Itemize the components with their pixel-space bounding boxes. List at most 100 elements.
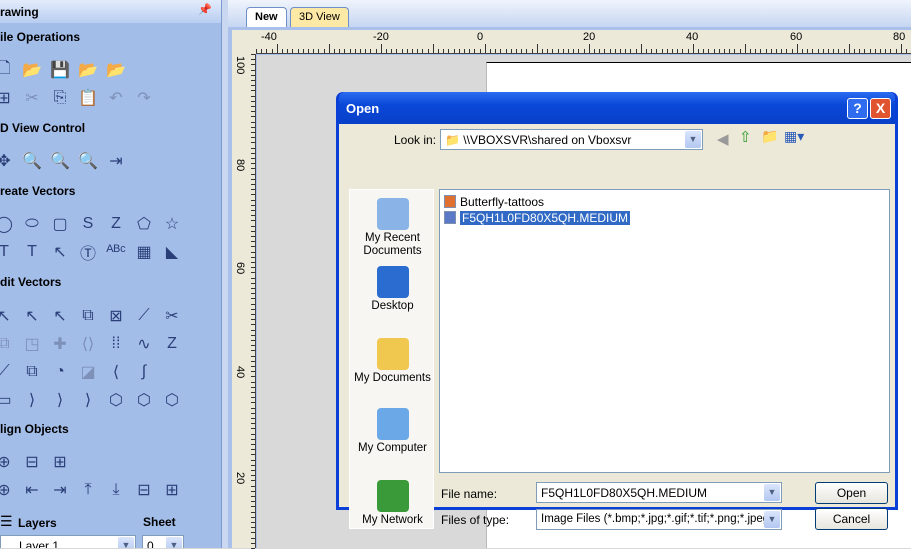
- new-file-icon[interactable]: 🗋: [0, 59, 15, 81]
- chevron-down-icon[interactable]: ▼: [166, 537, 182, 548]
- open-button[interactable]: Open: [815, 482, 888, 504]
- align-left-icon[interactable]: ⇤: [21, 479, 43, 501]
- align-top-icon[interactable]: ⤒: [77, 479, 99, 501]
- zoom-icon[interactable]: 🔍: [21, 150, 43, 172]
- view-menu-icon[interactable]: ▦▾: [784, 128, 804, 145]
- offset-icon[interactable]: ⧉: [0, 333, 15, 355]
- file-list[interactable]: Butterfly-tattoos F5QH1L0FD80X5QH.MEDIUM: [439, 189, 890, 473]
- weld-icon[interactable]: ✚: [49, 333, 71, 355]
- up-folder-icon[interactable]: ⇧: [739, 128, 752, 146]
- polygon-icon[interactable]: ⬠: [133, 213, 155, 235]
- chevron-down-icon[interactable]: ▼: [685, 131, 701, 148]
- ruler-tick: [635, 49, 637, 53]
- file-type-select[interactable]: Image Files (*.bmp;*.jpg;*.gif;*.tif;*.p…: [536, 509, 782, 530]
- copy-icon[interactable]: ⎘: [49, 87, 71, 109]
- layer-select[interactable]: Layer 1 ▼: [0, 535, 136, 548]
- help-button[interactable]: ?: [847, 98, 868, 119]
- ruler-tick: [251, 168, 255, 170]
- bitmap-trace-icon[interactable]: ◣: [161, 241, 183, 263]
- align-v-center-icon[interactable]: ⊞: [161, 479, 183, 501]
- star-icon[interactable]: ☆: [161, 213, 183, 235]
- align-bottom-icon[interactable]: ⤓: [105, 479, 127, 501]
- pan-icon[interactable]: ✥: [0, 150, 15, 172]
- zoom-box-icon[interactable]: 🔍: [77, 150, 99, 172]
- look-in-select[interactable]: 📁 \\VBOXSVR\shared on Vboxsvr ▼: [440, 129, 703, 150]
- trim-icon[interactable]: ⟋: [0, 361, 15, 383]
- chevron-down-icon[interactable]: ▼: [764, 484, 780, 501]
- text-select-icon[interactable]: ↖: [49, 241, 71, 263]
- close-vector-icon[interactable]: ⬡: [105, 389, 127, 411]
- transform-icon[interactable]: ↖: [49, 305, 71, 327]
- spline-icon[interactable]: S: [77, 213, 99, 235]
- import-icon[interactable]: 📂: [105, 59, 127, 81]
- select-all-icon[interactable]: ⊞: [0, 87, 15, 109]
- table-icon[interactable]: ▦: [133, 241, 155, 263]
- close-button[interactable]: X: [870, 98, 891, 119]
- ruler-tick: [370, 49, 372, 53]
- fillet-icon[interactable]: ⟨: [105, 361, 127, 383]
- ruler-tick: [344, 49, 346, 53]
- close-curve-icon[interactable]: ⬡: [133, 389, 155, 411]
- boolean-union-icon[interactable]: ⧉: [21, 361, 43, 383]
- place-my-network[interactable]: My Network: [350, 480, 435, 527]
- view-toggle-icon[interactable]: ⇥: [105, 150, 127, 172]
- chevron-down-icon[interactable]: ▼: [764, 511, 780, 528]
- boolean-intersect-icon[interactable]: ◪: [77, 361, 99, 383]
- circle-icon[interactable]: ◯: [0, 213, 15, 235]
- align-center-icon[interactable]: ⊕: [0, 479, 15, 501]
- group-icon[interactable]: ⧉: [77, 305, 99, 327]
- tab-3d-view[interactable]: 3D View: [290, 7, 349, 27]
- cut-icon[interactable]: ✂: [21, 87, 43, 109]
- place-my-recent-documents[interactable]: My Recent Documents: [350, 198, 435, 258]
- scale-icon[interactable]: ◳: [21, 333, 43, 355]
- back-icon[interactable]: ◀: [717, 130, 729, 148]
- closed-shape-icon[interactable]: ▭: [0, 389, 15, 411]
- close-node-icon[interactable]: ⬡: [161, 389, 183, 411]
- center-vertical-icon[interactable]: ⊞: [49, 451, 71, 473]
- place-my-computer[interactable]: My Computer: [350, 408, 435, 455]
- polyline-icon[interactable]: Z: [105, 213, 127, 235]
- node-edit-icon[interactable]: ↖: [21, 305, 43, 327]
- sheet-select[interactable]: 0 ▼: [142, 535, 184, 548]
- text-icon[interactable]: T: [0, 241, 15, 263]
- undo-icon[interactable]: ↶: [105, 87, 127, 109]
- align-h-center-icon[interactable]: ⊟: [133, 479, 155, 501]
- array-icon[interactable]: ⁞⁞: [105, 333, 127, 355]
- save-icon[interactable]: 💾: [49, 59, 71, 81]
- smooth-icon[interactable]: ∫: [133, 361, 155, 383]
- add-node-icon[interactable]: ⟩: [77, 389, 99, 411]
- file-item[interactable]: Butterfly-tattoos: [444, 194, 544, 210]
- curve-node-icon[interactable]: ⟩: [49, 389, 71, 411]
- file-item[interactable]: F5QH1L0FD80X5QH.MEDIUM: [444, 210, 631, 226]
- scissors-icon[interactable]: ✂: [161, 305, 183, 327]
- text-box-icon[interactable]: T: [21, 241, 43, 263]
- zoom-fit-icon[interactable]: 🔍: [49, 150, 71, 172]
- boolean-subtract-icon[interactable]: ◔: [49, 361, 71, 383]
- tab-new[interactable]: New: [246, 7, 287, 27]
- file-name-input[interactable]: F5QH1L0FD80X5QH.MEDIUM ▼: [536, 482, 782, 503]
- rectangle-icon[interactable]: ▢: [49, 213, 71, 235]
- center-page-icon[interactable]: ⊕: [0, 451, 15, 473]
- redo-icon[interactable]: ↷: [133, 87, 155, 109]
- mirror-icon[interactable]: ⟨⟩: [77, 333, 99, 355]
- ungroup-icon[interactable]: ⊠: [105, 305, 127, 327]
- measure-icon[interactable]: ⟋: [133, 305, 155, 327]
- new-folder-icon[interactable]: 📁: [761, 128, 778, 145]
- chevron-down-icon[interactable]: ▼: [118, 537, 134, 548]
- ellipse-icon[interactable]: ⬭: [21, 213, 43, 235]
- open-folder-2-icon[interactable]: 📂: [77, 59, 99, 81]
- corner-node-icon[interactable]: ⟩: [21, 389, 43, 411]
- align-right-icon[interactable]: ⇥: [49, 479, 71, 501]
- select-icon[interactable]: ↖: [0, 305, 15, 327]
- place-my-documents[interactable]: My Documents: [350, 338, 435, 385]
- center-horizontal-icon[interactable]: ⊟: [21, 451, 43, 473]
- text-arc-icon[interactable]: ᴬᴮᶜ: [105, 241, 127, 263]
- text-fit-icon[interactable]: Ⓣ: [77, 241, 99, 263]
- paste-icon[interactable]: 📋: [77, 87, 99, 109]
- zigzag-icon[interactable]: Z: [161, 333, 183, 355]
- cancel-button[interactable]: Cancel: [815, 508, 888, 530]
- open-folder-icon[interactable]: 📂: [21, 59, 43, 81]
- pin-icon[interactable]: 📌: [198, 3, 212, 16]
- join-icon[interactable]: ∿: [133, 333, 155, 355]
- place-desktop[interactable]: Desktop: [350, 266, 435, 313]
